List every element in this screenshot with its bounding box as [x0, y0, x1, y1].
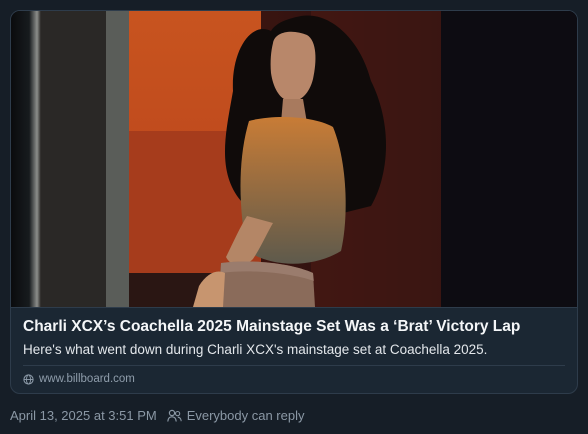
divider	[23, 365, 565, 366]
link-title[interactable]: Charli XCX’s Coachella 2025 Mainstage Se…	[23, 318, 563, 336]
link-preview-card[interactable]: Charli XCX’s Coachella 2025 Mainstage Se…	[10, 10, 578, 394]
globe-icon	[23, 373, 34, 385]
preview-image[interactable]	[11, 11, 577, 307]
people-icon	[166, 409, 182, 423]
post-timestamp[interactable]: April 13, 2025 at 3:51 PM	[10, 408, 157, 423]
link-source: www.billboard.com	[23, 373, 135, 385]
link-description: Here's what went down during Charli XCX'…	[23, 342, 488, 357]
link-preview-meta[interactable]: Charli XCX’s Coachella 2025 Mainstage Se…	[11, 307, 577, 393]
reply-setting: Everybody can reply	[166, 408, 305, 423]
reply-setting-label: Everybody can reply	[186, 408, 305, 423]
link-source-text: www.billboard.com	[39, 373, 135, 385]
post-footer: April 13, 2025 at 3:51 PM Everybody can …	[10, 408, 304, 423]
